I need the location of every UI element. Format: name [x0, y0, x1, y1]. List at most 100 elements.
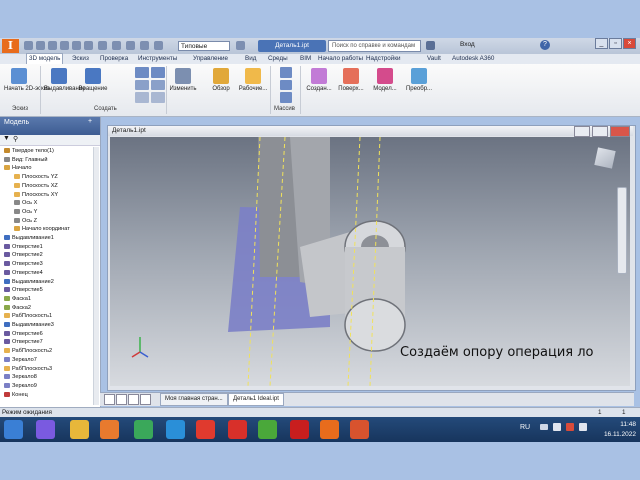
tree-item[interactable]: Выдавливание1	[4, 234, 54, 242]
tree-item[interactable]: РабПлоскость3	[4, 365, 52, 373]
tree-item[interactable]: Плоскость YZ	[14, 173, 58, 181]
inventor-icon[interactable]	[320, 420, 339, 439]
tab-my-home[interactable]: Моя главная стран...	[160, 393, 228, 406]
tree-item[interactable]: Отверстие1	[4, 243, 43, 251]
file-explorer-icon[interactable]	[70, 420, 89, 439]
clock-time[interactable]: 11:48	[603, 421, 636, 428]
search-input[interactable]: Поиск по справке и командам	[328, 40, 421, 52]
tree-item[interactable]: Отверстие5	[4, 286, 43, 294]
measure-icon[interactable]	[126, 41, 135, 50]
tree-item[interactable]: РабПлоскость2	[4, 347, 52, 355]
tree-item[interactable]: Зеркало7	[4, 356, 37, 364]
volume-icon[interactable]	[579, 423, 587, 431]
hole-icon[interactable]	[135, 67, 149, 78]
ribbon-button-revolve[interactable]: Вращение	[78, 66, 108, 104]
ribbon-button-model[interactable]: Модел...	[370, 66, 400, 104]
cascade-icon[interactable]	[128, 394, 139, 405]
tree-item[interactable]: Выдавливание3	[4, 321, 54, 329]
ribbon-button-work-features[interactable]: Рабочие...	[238, 66, 268, 104]
chrome-icon[interactable]	[134, 420, 153, 439]
material-icon[interactable]	[140, 41, 149, 50]
tree-item[interactable]: РабПлоскость1	[4, 312, 52, 320]
home-icon[interactable]	[84, 41, 93, 50]
edge-icon[interactable]	[166, 420, 185, 439]
tab-addins[interactable]: Надстройки	[366, 54, 401, 64]
tab-a360[interactable]: Autodesk A360	[452, 54, 494, 64]
select-icon[interactable]	[98, 41, 107, 50]
tree-item[interactable]: Выдавливание2	[4, 278, 54, 286]
tree-item[interactable]: Зеркало9	[4, 382, 37, 390]
tree-item[interactable]: Фаска2	[4, 304, 31, 312]
tree-item[interactable]: Ось Z	[14, 217, 37, 225]
media-player-icon[interactable]	[100, 420, 119, 439]
tab-sketch[interactable]: Эскиз	[72, 54, 89, 64]
ribbon-button-explore[interactable]: Обзор	[206, 66, 236, 104]
gfx-minimize-button[interactable]	[574, 126, 590, 137]
tree-item[interactable]: Отверстие2	[4, 251, 43, 259]
rect-pattern-icon[interactable]	[280, 67, 292, 78]
tray-chevron-icon[interactable]	[540, 424, 548, 430]
tab-vault[interactable]: Vault	[427, 54, 441, 64]
new-file-icon[interactable]	[24, 41, 33, 50]
presentation-icon[interactable]	[350, 420, 369, 439]
close-button[interactable]: ×	[623, 38, 636, 49]
circ-pattern-icon[interactable]	[280, 79, 292, 91]
language-indicator[interactable]: RU	[520, 424, 530, 431]
tile-vertical-icon[interactable]	[104, 394, 115, 405]
ribbon-button-create[interactable]: Создан...	[304, 66, 334, 104]
tree-item[interactable]: Фаска1	[4, 295, 31, 303]
draft-icon[interactable]	[135, 92, 149, 103]
tree-item[interactable]: Плоскость XZ	[14, 182, 58, 190]
shell-icon[interactable]	[151, 79, 165, 91]
save-icon[interactable]	[48, 41, 57, 50]
browser-add-icon[interactable]: +	[88, 118, 92, 125]
network-icon[interactable]	[553, 423, 561, 431]
ribbon-button-sketch[interactable]: Начать 2D-эскиз	[4, 66, 50, 104]
acrobat-icon[interactable]	[290, 420, 309, 439]
tab-view[interactable]: Вид	[245, 54, 256, 64]
opera-icon[interactable]	[228, 420, 247, 439]
tree-item[interactable]: Начало координат	[14, 225, 70, 233]
utorrent-icon[interactable]	[258, 420, 277, 439]
minimize-button[interactable]: _	[595, 38, 608, 49]
ribbon-button-convert[interactable]: Преобр...	[404, 66, 434, 104]
tab-part1[interactable]: Деталь1 Ideal.ipt	[228, 393, 284, 406]
tab-bim[interactable]: BIM	[300, 54, 311, 64]
navigation-bar[interactable]	[617, 187, 627, 274]
tree-item[interactable]: Начало	[4, 164, 32, 172]
windows-start-icon[interactable]	[4, 420, 23, 439]
user-signin[interactable]: Вход	[460, 41, 475, 48]
appearance-icon[interactable]	[154, 41, 163, 50]
redo-icon[interactable]	[72, 41, 81, 50]
inventor-logo-icon[interactable]: I	[2, 39, 19, 53]
mirror-icon[interactable]	[280, 92, 292, 104]
tree-item[interactable]: Твердое тело(1)	[4, 147, 54, 155]
tree-item[interactable]: Отверстие7	[4, 338, 43, 346]
tab-inspect[interactable]: Проверка	[100, 54, 128, 64]
tree-item[interactable]: Отверстие4	[4, 269, 43, 277]
customize-icon[interactable]	[236, 41, 245, 50]
undo-icon[interactable]	[60, 41, 69, 50]
filter-icon[interactable]: ▼	[3, 135, 10, 142]
gfx-restore-button[interactable]	[592, 126, 608, 137]
gfx-close-button[interactable]	[610, 126, 630, 137]
windows-list-icon[interactable]	[140, 394, 151, 405]
tab-tools[interactable]: Инструменты	[138, 54, 177, 64]
open-icon[interactable]	[36, 41, 45, 50]
tree-item[interactable]: Отверстие6	[4, 330, 43, 338]
binoculars-icon[interactable]: ⚲	[13, 135, 18, 143]
fillet-icon[interactable]	[151, 67, 165, 78]
tree-item[interactable]: Зеркало8	[4, 373, 37, 381]
ribbon-button-modify[interactable]: Изменить	[168, 66, 198, 104]
tree-item[interactable]: Плоскость XY	[14, 191, 58, 199]
ribbon-button-extrude[interactable]: Выдавливание	[44, 66, 86, 104]
tree-item[interactable]: Ось Y	[14, 208, 37, 216]
tree-item[interactable]: Отверстие3	[4, 260, 43, 268]
tree-item[interactable]: Ось X	[14, 199, 37, 207]
workspace-combo[interactable]: Типовые	[178, 41, 230, 51]
restore-button[interactable]: ▫	[609, 38, 622, 49]
tile-horizontal-icon[interactable]	[116, 394, 127, 405]
browser-scrollbar[interactable]	[93, 147, 99, 405]
thread-icon[interactable]	[151, 92, 165, 103]
yandex-icon[interactable]	[196, 420, 215, 439]
